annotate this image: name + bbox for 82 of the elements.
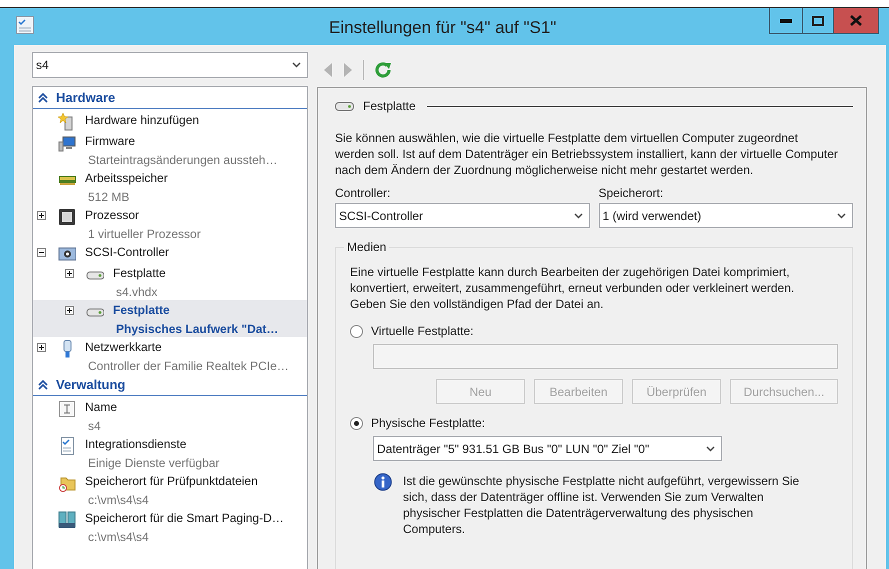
close-button[interactable]	[834, 8, 879, 34]
section-title: Hardware	[56, 90, 116, 105]
vm-dropdown[interactable]: s4	[32, 52, 308, 78]
tree-item[interactable]: Firmware Starteintragsänderungen aussteh…	[33, 131, 307, 168]
collapse-icon[interactable]	[37, 248, 46, 257]
chevron-down-icon	[837, 212, 846, 218]
expand-icon[interactable]	[65, 269, 74, 278]
item-subtitle: s4	[87, 418, 102, 434]
window-title: Einstellungen für "s4" auf "S1"	[329, 18, 556, 38]
panel-title: Festplatte	[363, 99, 416, 113]
maximize-icon	[812, 16, 824, 26]
checklist-icon	[58, 437, 76, 455]
info-text: Ist die gewünschte physische Festplatte nicht aufgeführt, vergewissern Sie sich, dass der Datenträger offline ist. Verwenden Sie zum Verwalten physischer Festplatten die Datenträgerverwaltung des physischen Computers.	[403, 473, 800, 537]
dropdown-value: s4	[36, 58, 49, 72]
dropdown-field[interactable]: SCSI-Controller	[335, 203, 590, 228]
dropdown-value: SCSI-Controller	[339, 208, 424, 222]
dropdown-field[interactable]: 1 (wird verwendet)	[598, 203, 853, 228]
description-text: Eine virtuelle Festplatte kann durch Bearbeiten der zugehörigen Datei komprimiert, konvertiert, erweitert, zusammengeführt, erneut verbunden oder verkleinert werden. Geben Sie den vollständigen Pfad der Datei an.	[350, 264, 796, 312]
path-field[interactable]	[373, 344, 838, 369]
tree-item[interactable]: Speicherort für die Smart Paging-D… c:\vm\s4\s4	[33, 508, 307, 545]
item-title: Speicherort für die Smart Paging-D…	[85, 510, 285, 527]
dropdown-value: 1 (wird verwendet)	[602, 208, 702, 222]
tree-item[interactable]: Festplatte s4.vhdx	[33, 263, 307, 300]
close-icon	[850, 15, 862, 26]
tree-item[interactable]: SCSI-Controller	[33, 242, 307, 263]
item-subtitle: Controller der Familie Realtek PCIe…	[87, 358, 290, 374]
item-title: Festplatte	[113, 302, 171, 319]
description-text: Sie können auswählen, wie die virtuelle Festplatte dem virtuellen Computer zugeordnet werden soll. Ist auf dem Datenträger ein Betriebssystem installiert, kann der virtuelle Computer nach dem Ändern der Zuordnung möglicherweise nicht mehr gestartet werden.	[335, 130, 839, 178]
section-title: Verwaltung	[56, 377, 126, 392]
item-subtitle: Starteintragsänderungen aussteh…	[87, 152, 278, 168]
item-title: Prozessor	[85, 207, 140, 224]
item-subtitle: 512 MB	[87, 189, 130, 205]
maximize-button[interactable]	[803, 8, 834, 34]
section-header[interactable]: Verwaltung	[33, 374, 307, 396]
item-subtitle: Physisches Laufwerk "Dat…	[115, 321, 280, 337]
item-title: Arbeitsspeicher	[85, 170, 169, 187]
radio-button[interactable]	[350, 324, 363, 338]
chevron-down-icon	[706, 446, 715, 452]
item-title: Netzwerkkarte	[85, 339, 163, 356]
dropdown-value: Datenträger "5" 931.51 GB Bus "0" LUN "0" Ziel "0"	[377, 442, 650, 456]
controller-icon	[58, 245, 76, 263]
tree-item[interactable]: Prozessor 1 virtueller Prozessor	[33, 205, 307, 242]
chevron-down-icon	[292, 62, 301, 68]
item-title: Festplatte	[113, 265, 167, 282]
server-icon	[58, 511, 76, 529]
tree-item[interactable]: Integrationsdienste Einige Dienste verfügbar	[33, 434, 307, 471]
item-title: Integrationsdienste	[85, 436, 188, 453]
radio-label: Virtuelle Festplatte:	[371, 324, 474, 338]
text-cursor-icon	[58, 400, 76, 418]
item-title: Name	[85, 399, 118, 416]
info-icon	[374, 473, 392, 491]
tree-item[interactable]: Name s4	[33, 397, 307, 434]
app-icon	[16, 16, 34, 34]
item-subtitle: 1 virtueller Prozessor	[87, 226, 202, 242]
chevron-down-icon	[574, 212, 582, 218]
item-title: SCSI-Controller	[85, 244, 170, 261]
minimize-icon	[780, 18, 792, 22]
tree-item[interactable]: Festplatte Physisches Laufwerk "Dat…	[33, 300, 307, 337]
disk-dropdown[interactable]: Datenträger "5" 931.51 GB Bus "0" LUN "0" Ziel "0"	[373, 436, 722, 461]
item-subtitle: c:\vm\s4\s4	[87, 492, 150, 508]
item-title: Speicherort für Prüfpunktdateien	[85, 473, 259, 490]
radio-button[interactable]	[350, 416, 363, 430]
refresh-icon[interactable]	[374, 60, 392, 78]
item-subtitle: s4.vhdx	[115, 284, 158, 300]
tree-item[interactable]: Netzwerkkarte Controller der Familie Realtek PCIe…	[33, 337, 307, 374]
field-label: Controller:	[335, 185, 392, 201]
tree-item[interactable]: Speicherort für Prüfpunktdateien c:\vm\s4\s4	[33, 471, 307, 508]
monitor-icon	[58, 134, 76, 152]
tree-item[interactable]: Arbeitsspeicher 512 MB	[33, 168, 307, 205]
radio-label: Physische Festplatte:	[371, 416, 486, 430]
expand-icon[interactable]	[37, 343, 46, 352]
expand-icon[interactable]	[65, 306, 74, 315]
section-header[interactable]: Hardware	[33, 87, 307, 109]
minimize-button[interactable]	[769, 8, 803, 34]
tree-item[interactable]: Hardware hinzufügen	[33, 110, 307, 131]
item-title: Hardware hinzufügen	[85, 112, 200, 129]
item-subtitle: Einige Dienste verfügbar	[87, 455, 220, 471]
expand-icon[interactable]	[37, 211, 46, 220]
item-subtitle: c:\vm\s4\s4	[87, 529, 150, 545]
item-title: Firmware	[85, 133, 136, 150]
chip-icon	[58, 208, 76, 226]
field-label: Speicherort:	[598, 185, 664, 201]
